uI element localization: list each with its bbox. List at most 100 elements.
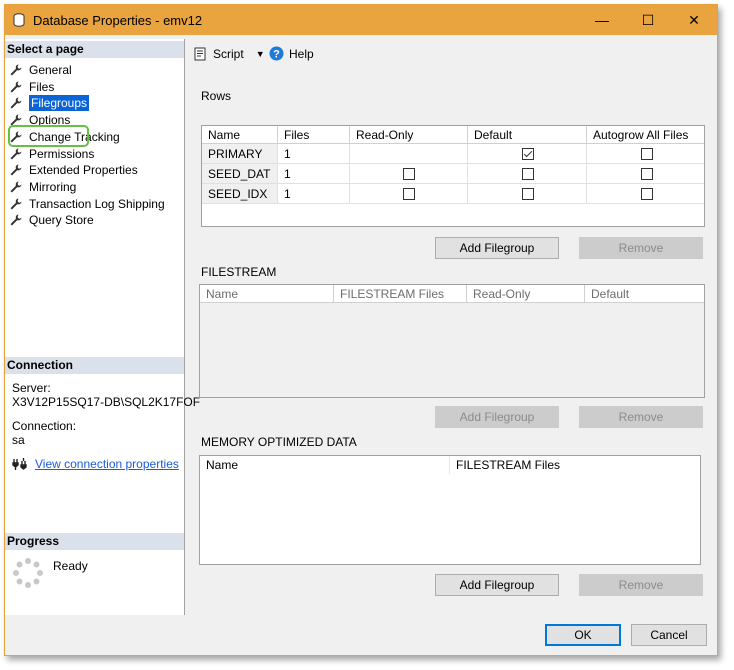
wrench-icon bbox=[10, 97, 22, 109]
rows-col-name[interactable]: Name bbox=[202, 126, 278, 144]
nav-item[interactable]: Files bbox=[9, 79, 54, 95]
nav-item-label: Transaction Log Shipping bbox=[29, 196, 165, 211]
server-value: X3V12P15SQ17-DB\SQL2K17FOF bbox=[12, 395, 201, 409]
rows-cell-name[interactable]: PRIMARY bbox=[202, 144, 278, 164]
filestream-col-files[interactable]: FILESTREAM Files bbox=[334, 285, 467, 303]
rows-add-filegroup-button[interactable]: Add Filegroup bbox=[435, 237, 559, 259]
wrench-icon bbox=[10, 214, 22, 226]
checkbox[interactable] bbox=[641, 168, 653, 180]
memory-optimized-section-label: MEMORY OPTIMIZED DATA bbox=[201, 435, 357, 449]
rows-cell-read-only[interactable] bbox=[350, 184, 468, 204]
rows-cell-name[interactable]: SEED_IDX bbox=[202, 184, 278, 204]
checkbox[interactable] bbox=[521, 188, 534, 200]
window-title: Database Properties - emv12 bbox=[33, 13, 203, 28]
checkbox[interactable] bbox=[521, 168, 534, 180]
rows-cell-read-only[interactable] bbox=[350, 164, 468, 184]
minimize-button[interactable]: — bbox=[579, 5, 625, 35]
memory-col-files[interactable]: FILESTREAM Files bbox=[450, 456, 700, 474]
help-label: Help bbox=[289, 46, 314, 61]
rows-col-default[interactable]: Default bbox=[468, 126, 587, 144]
dropdown-arrow-icon[interactable]: ▼ bbox=[256, 49, 265, 59]
memory-add-filegroup-button[interactable]: Add Filegroup bbox=[435, 574, 559, 596]
left-pane: Select a page General Files Filegroups Opti… bbox=[5, 39, 200, 615]
checkbox[interactable] bbox=[641, 188, 653, 200]
checkbox[interactable] bbox=[641, 148, 653, 160]
help-icon: ? bbox=[269, 46, 284, 61]
maximize-button[interactable]: ☐ bbox=[625, 5, 671, 35]
connection-label: Connection: bbox=[12, 419, 77, 433]
script-label: Script bbox=[213, 47, 244, 61]
connection-header: Connection bbox=[5, 357, 184, 374]
filestream-col-read-only[interactable]: Read-Only bbox=[467, 285, 585, 303]
rows-grid[interactable]: Name Files Read-Only Default Autogrow Al… bbox=[201, 125, 705, 227]
wrench-icon bbox=[10, 148, 22, 159]
script-button[interactable]: Script ▼ bbox=[193, 47, 265, 61]
nav-item-label: Permissions bbox=[29, 146, 95, 161]
close-icon: ✕ bbox=[688, 11, 700, 28]
filestream-col-name[interactable]: Name bbox=[200, 285, 334, 303]
nav-item[interactable]: Query Store bbox=[9, 212, 94, 228]
nav-item[interactable]: Permissions bbox=[9, 146, 94, 162]
nav-item[interactable]: Extended Properties bbox=[9, 162, 138, 178]
view-connection-row: View connection properties bbox=[12, 457, 179, 471]
memory-col-name[interactable]: Name bbox=[200, 456, 450, 474]
rows-cell-files[interactable]: 1 bbox=[278, 184, 350, 204]
nav-item[interactable]: General bbox=[9, 62, 72, 78]
selection-highlight-ring bbox=[8, 125, 89, 147]
filegroups-page: Rows Name Files Read-Only Default Autogr… bbox=[185, 69, 717, 615]
database-properties-window: Database Properties - emv12 — ☐ ✕ Select… bbox=[4, 4, 718, 656]
progress-header: Progress bbox=[5, 533, 184, 550]
view-connection-properties-link[interactable]: View connection properties bbox=[35, 457, 179, 471]
rows-col-files[interactable]: Files bbox=[278, 126, 350, 144]
filestream-grid[interactable]: Name FILESTREAM Files Read-Only Default bbox=[199, 284, 705, 398]
filestream-col-default[interactable]: Default bbox=[585, 285, 704, 303]
memory-optimized-grid[interactable]: Name FILESTREAM Files bbox=[199, 455, 701, 565]
rows-cell-name[interactable]: SEED_DAT bbox=[202, 164, 278, 184]
filestream-add-filegroup-button[interactable]: Add Filegroup bbox=[435, 406, 559, 428]
title-bar[interactable]: Database Properties - emv12 — ☐ ✕ bbox=[5, 5, 717, 35]
toolbar: Script ▼ ? Help bbox=[185, 39, 717, 69]
checkbox[interactable] bbox=[403, 168, 415, 180]
rows-cell-default[interactable] bbox=[468, 144, 587, 164]
ok-button[interactable]: OK bbox=[545, 624, 621, 646]
svg-text:?: ? bbox=[273, 49, 280, 61]
database-icon bbox=[13, 13, 25, 27]
rows-cell-files[interactable]: 1 bbox=[278, 144, 350, 164]
rows-cell-autogrow[interactable] bbox=[587, 144, 704, 164]
rows-cell-files[interactable]: 1 bbox=[278, 164, 350, 184]
rows-cell-default[interactable] bbox=[468, 184, 587, 204]
wrench-icon bbox=[10, 198, 22, 210]
wrench-icon bbox=[10, 181, 22, 193]
rows-col-autogrow[interactable]: Autogrow All Files bbox=[587, 126, 704, 144]
close-button[interactable]: ✕ bbox=[671, 5, 717, 35]
filestream-section-label: FILESTREAM bbox=[201, 265, 277, 279]
dialog-footer: OK Cancel bbox=[185, 615, 717, 655]
nav-item-label: General bbox=[29, 63, 72, 77]
nav-item-label: Filegroups bbox=[29, 95, 90, 112]
rows-section-label: Rows bbox=[201, 89, 232, 103]
nav-item-label: Query Store bbox=[29, 213, 94, 228]
rows-cell-autogrow[interactable] bbox=[587, 164, 704, 184]
select-page-header: Select a page bbox=[5, 41, 184, 58]
rows-cell-default[interactable] bbox=[468, 164, 587, 184]
memory-remove-button[interactable]: Remove bbox=[579, 574, 703, 596]
minimize-icon: — bbox=[595, 12, 609, 28]
nav-item[interactable]: Transaction Log Shipping bbox=[9, 196, 165, 212]
connection-value: sa bbox=[12, 433, 25, 447]
progress-status: Ready bbox=[53, 559, 88, 573]
nav-item[interactable]: Mirroring bbox=[9, 179, 76, 195]
wrench-icon bbox=[10, 64, 22, 76]
nav-item[interactable]: Filegroups bbox=[9, 95, 90, 112]
help-button[interactable]: ? Help bbox=[269, 46, 314, 61]
rows-col-read-only[interactable]: Read-Only bbox=[350, 126, 468, 144]
rows-cell-autogrow[interactable] bbox=[587, 184, 704, 204]
cancel-button[interactable]: Cancel bbox=[631, 624, 707, 646]
rows-remove-button[interactable]: Remove bbox=[579, 237, 703, 259]
nav-item-label: Mirroring bbox=[29, 179, 77, 194]
checkbox[interactable] bbox=[521, 148, 534, 160]
wrench-icon bbox=[10, 164, 22, 176]
checkbox[interactable] bbox=[403, 188, 415, 200]
rows-cell-read-only[interactable] bbox=[350, 144, 468, 164]
filestream-remove-button[interactable]: Remove bbox=[579, 406, 703, 428]
nav-item-label: Extended Properties bbox=[29, 163, 138, 178]
